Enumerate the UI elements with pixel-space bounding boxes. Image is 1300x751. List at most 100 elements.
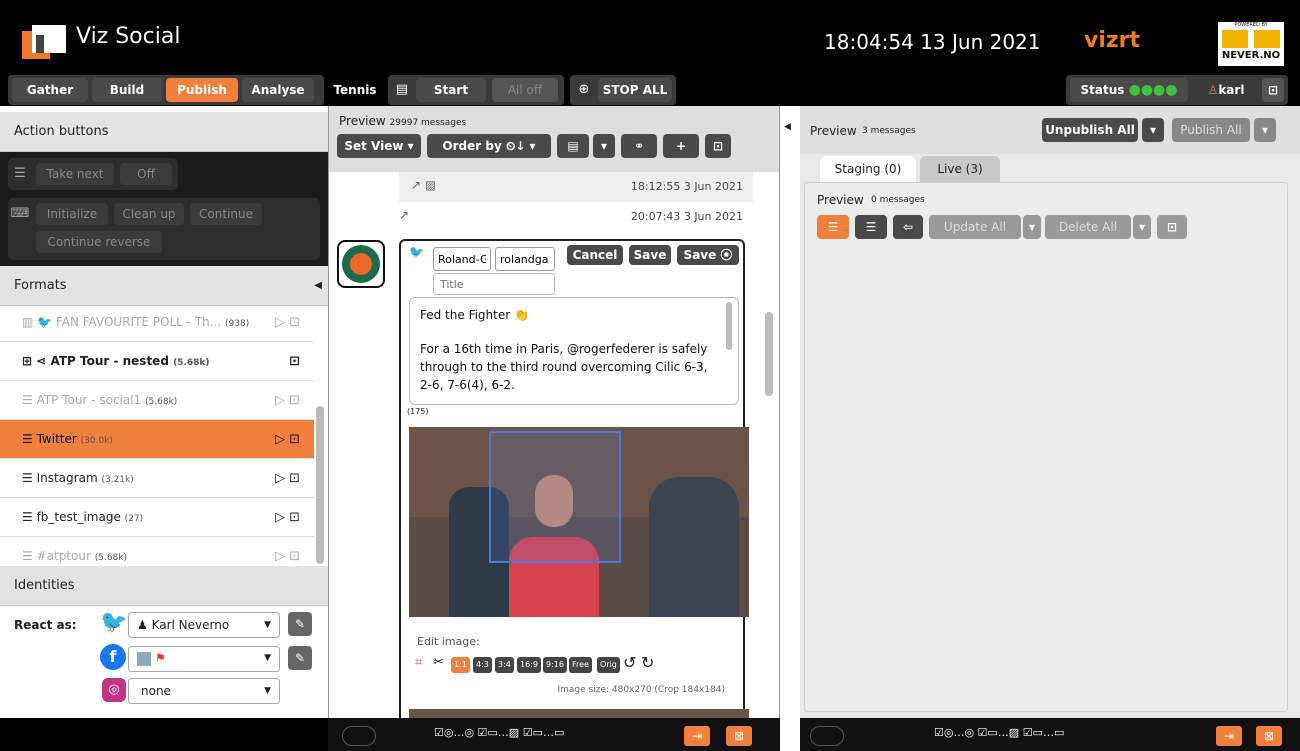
collapse-right-icon[interactable]: ◀ bbox=[784, 122, 791, 132]
ratio-3-4[interactable]: 3:4 bbox=[495, 657, 514, 673]
take-next-button[interactable]: Take next bbox=[36, 163, 114, 185]
filter-checkboxes[interactable]: ☑◎…◎ ☑▭…▨ ☑▭…▭ bbox=[434, 726, 564, 739]
preview-scrollbar[interactable] bbox=[765, 312, 773, 396]
message-text[interactable]: Fed the Fighter 👏 For a 16th time in Par… bbox=[409, 297, 739, 405]
format-item[interactable]: ▥ 🐦 FAN FAVOURITE POLL - Th... (938) ▷ ⊡ bbox=[0, 303, 314, 342]
continue-button[interactable]: Continue bbox=[190, 203, 262, 225]
facebook-identity-select[interactable]: ⚑ ▼ bbox=[128, 646, 280, 672]
start-button[interactable]: Start bbox=[416, 78, 486, 102]
twitter-identity-select[interactable]: ♟ Karl Neverno ▼ bbox=[128, 612, 280, 638]
app-title: Viz Social bbox=[76, 24, 181, 49]
expand-icon[interactable]: ⇥ bbox=[1216, 726, 1242, 746]
off-button[interactable]: Off bbox=[120, 163, 172, 185]
status-label: Status bbox=[1080, 83, 1125, 97]
scissors-icon[interactable]: ✂ bbox=[433, 655, 444, 670]
crop-tool-icon[interactable]: ⌗ bbox=[415, 655, 422, 670]
user-dropdown-icon[interactable]: ⊡ bbox=[1262, 78, 1284, 102]
ratio-orig[interactable]: Orig bbox=[597, 657, 620, 673]
set-view-button[interactable]: Set View ▾ bbox=[337, 134, 421, 158]
rotate-left-icon[interactable]: ↺ bbox=[623, 653, 636, 672]
message-card[interactable]: ↗ 20:07:43 3 Jun 2021 bbox=[399, 202, 753, 232]
crop-selection[interactable] bbox=[489, 431, 621, 563]
ratio-16-9[interactable]: 16:9 bbox=[517, 657, 541, 673]
user-menu[interactable]: ♙karl bbox=[1196, 78, 1256, 102]
save-button[interactable]: Save bbox=[629, 245, 671, 265]
document-icon[interactable]: ▤ bbox=[392, 78, 412, 102]
message-card[interactable]: ↗ ▨ 18:12:55 3 Jun 2021 bbox=[399, 172, 753, 202]
instagram-identity-select[interactable]: none ▼ bbox=[128, 678, 280, 704]
save-and-play-button[interactable]: Save ⦿ bbox=[677, 245, 739, 265]
chevron-down-icon[interactable]: ▾ bbox=[1142, 118, 1164, 142]
align-left-icon[interactable]: ☰ bbox=[817, 215, 849, 239]
format-item-selected[interactable]: ☰ Twitter (30.0k) ▷ ⊡ bbox=[0, 420, 314, 459]
edit-icon[interactable]: ✎ bbox=[288, 646, 312, 670]
expand-icon[interactable]: ⊞ ⋖ bbox=[22, 354, 50, 368]
stop-all-button[interactable]: STOP ALL bbox=[598, 78, 672, 102]
author-field[interactable] bbox=[433, 247, 491, 271]
format-item[interactable]: ☰ fb_test_image (27) ▷ ⊡ bbox=[0, 498, 314, 537]
collapse-left-icon[interactable]: ◀ bbox=[314, 266, 322, 306]
format-item[interactable]: ☰ Instagram (3.21k) ▷ ⊡ bbox=[0, 459, 314, 498]
tab-live[interactable]: Live (3) bbox=[920, 156, 1000, 182]
tab-gather[interactable]: Gather bbox=[12, 78, 88, 102]
open-icon[interactable]: ↗ bbox=[399, 208, 409, 222]
play-icon[interactable]: ▷ ⊡ bbox=[275, 303, 300, 342]
dropdown-icon[interactable]: ⊡ bbox=[289, 342, 300, 381]
status-button[interactable]: Status ●●●● bbox=[1070, 78, 1188, 102]
fullscreen-icon[interactable]: ⊠ bbox=[726, 726, 752, 746]
publish-all-button[interactable]: Publish All bbox=[1172, 118, 1250, 142]
tennis-label[interactable]: Tennis bbox=[330, 78, 380, 102]
all-off-button[interactable]: All off bbox=[492, 78, 558, 102]
update-all-button[interactable]: Update All bbox=[929, 215, 1021, 239]
ratio-9-16[interactable]: 9:16 bbox=[543, 657, 567, 673]
ratio-4-3[interactable]: 4:3 bbox=[473, 657, 492, 673]
cancel-button[interactable]: Cancel bbox=[567, 245, 623, 265]
format-item[interactable]: ⊞ ⋖ ATP Tour - nested (5.68k) ⊡ bbox=[0, 342, 314, 381]
ratio-free[interactable]: Free bbox=[569, 657, 592, 673]
tab-staging[interactable]: Staging (0) bbox=[820, 156, 916, 182]
format-item[interactable]: ☰ ATP Tour - social1 (5.68k) ▷ ⊡ bbox=[0, 381, 314, 420]
fullscreen-icon[interactable]: ⊠ bbox=[1256, 726, 1282, 746]
handle-field[interactable] bbox=[495, 247, 555, 271]
initialize-button[interactable]: Initialize bbox=[36, 203, 108, 225]
play-icon[interactable]: ▷ ⊡ bbox=[275, 381, 300, 420]
status-group: Status ●●●● ♙karl ⊡ bbox=[1066, 75, 1288, 105]
arrow-left-icon[interactable]: ⇦ bbox=[893, 215, 923, 239]
tab-analyse[interactable]: Analyse bbox=[242, 78, 314, 102]
dropdown-icon[interactable]: ⊡ bbox=[705, 134, 731, 158]
order-by-button[interactable]: Order by ⏲↓ ▾ bbox=[427, 134, 551, 158]
continue-reverse-button[interactable]: Continue reverse bbox=[36, 231, 162, 253]
dropdown-icon[interactable]: ⊡ bbox=[1157, 215, 1187, 239]
expand-icon[interactable]: ⇥ bbox=[684, 726, 710, 746]
open-icon[interactable]: ↗ ▨ bbox=[411, 178, 436, 192]
filter-checkboxes[interactable]: ☑◎…◎ ☑▭…▨ ☑▭…▭ bbox=[934, 726, 1064, 739]
tab-publish[interactable]: Publish bbox=[166, 78, 238, 102]
link-icon[interactable]: ⚭ bbox=[621, 134, 657, 158]
chevron-down-icon[interactable]: ▾ bbox=[1254, 118, 1276, 142]
tweet-image[interactable] bbox=[409, 427, 749, 617]
ratio-1-1[interactable]: 1:1 bbox=[451, 657, 470, 673]
toggle[interactable] bbox=[342, 726, 376, 746]
chevron-down-icon[interactable]: ▾ bbox=[1023, 215, 1041, 239]
document-icon[interactable]: ▤ bbox=[557, 134, 589, 158]
play-icon[interactable]: ▷ ⊡ bbox=[275, 420, 300, 459]
chevron-down-icon[interactable]: ▾ bbox=[593, 134, 615, 158]
never-no-logo: POWERED BY NEVER.NO bbox=[1218, 22, 1284, 66]
clock: 18:04:54 13 Jun 2021 bbox=[824, 30, 1041, 54]
text-scrollbar[interactable] bbox=[726, 302, 732, 350]
play-icon[interactable]: ▷ ⊡ bbox=[275, 498, 300, 537]
title-field[interactable] bbox=[433, 273, 555, 295]
align-right-icon[interactable]: ☰ bbox=[855, 215, 887, 239]
control-group: ⌨ Initialize Clean up Continue Continue … bbox=[8, 198, 320, 260]
formats-scrollbar[interactable] bbox=[316, 406, 324, 564]
tab-build[interactable]: Build bbox=[92, 78, 162, 102]
edit-icon[interactable]: ✎ bbox=[288, 612, 312, 636]
rotate-right-icon[interactable]: ↻ bbox=[641, 653, 654, 672]
toggle[interactable] bbox=[810, 726, 844, 746]
delete-all-button[interactable]: Delete All bbox=[1045, 215, 1131, 239]
add-icon[interactable]: + bbox=[663, 134, 699, 158]
play-icon[interactable]: ▷ ⊡ bbox=[275, 459, 300, 498]
chevron-down-icon[interactable]: ▾ bbox=[1133, 215, 1151, 239]
unpublish-all-button[interactable]: Unpublish All bbox=[1042, 118, 1138, 142]
clean-up-button[interactable]: Clean up bbox=[114, 203, 184, 225]
